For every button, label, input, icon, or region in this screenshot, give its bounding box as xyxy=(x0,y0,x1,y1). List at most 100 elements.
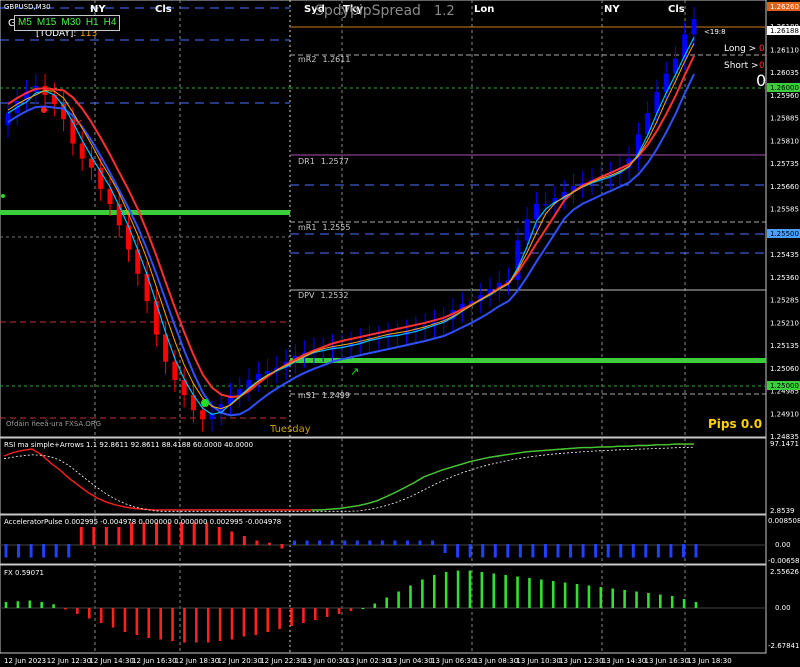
time-tick-label: 12 Jun 22:30 xyxy=(260,657,304,665)
ac-bar xyxy=(4,544,8,558)
fx-bar xyxy=(361,608,365,609)
ac-bar xyxy=(54,544,58,558)
svg-text:DR11.2577: DR1 1.2577 xyxy=(298,157,349,166)
fx-bar xyxy=(99,608,103,623)
time-tick-label: 13 Jun 06:30 xyxy=(431,657,475,665)
ac-max: 0.008508 xyxy=(768,517,800,525)
time-axis: 12 Jun 2023 12 Jun 12:3012 Jun 14:3012 Ju… xyxy=(4,657,732,665)
price-tick-label: 1.25660 xyxy=(770,183,799,191)
price-tick-label: 1.25435 xyxy=(770,251,799,259)
fx-bar xyxy=(16,601,20,608)
time-tick-label: 12 Jun 2023 xyxy=(4,657,46,665)
fx-bar xyxy=(540,579,543,608)
timeframe-h1[interactable]: H1 xyxy=(86,16,99,30)
ac-bar xyxy=(518,544,522,558)
time-tick-label: 13 Jun 04:30 xyxy=(388,657,432,665)
fx-bar xyxy=(421,579,424,608)
fx-min: -2.67841 xyxy=(768,642,799,650)
watermark: Ofdäin ñeeå-ura FXSA.ORG xyxy=(6,419,101,428)
fx-bar xyxy=(444,572,448,608)
pivot-name: DR1 xyxy=(298,157,315,166)
fx-bar xyxy=(325,608,329,617)
time-tick-label: 12 Jun 12:30 xyxy=(47,657,91,665)
fx-bar xyxy=(528,578,531,608)
position-count: 0 xyxy=(756,71,766,90)
fx-bar xyxy=(40,602,43,608)
ac-bar xyxy=(280,544,284,549)
ac-bar xyxy=(79,527,83,545)
fx-bar xyxy=(314,608,317,620)
pivot-name: DPV xyxy=(298,291,315,300)
ac-label: AcceleratorPulse 0.002995 -0.004978 0.00… xyxy=(4,518,281,526)
pivot-value: 1.2611 xyxy=(322,55,350,64)
candle-body xyxy=(691,19,697,35)
fx-bar xyxy=(230,608,234,640)
fx-bar xyxy=(563,582,567,608)
fx-bar xyxy=(659,594,662,608)
fx-mid: 0.00 xyxy=(775,604,791,612)
fx-bar xyxy=(385,597,388,608)
svg-text:↗: ↗ xyxy=(350,365,359,378)
pivot-name: mR1 xyxy=(298,223,316,232)
ac-bar xyxy=(355,540,359,545)
candle-body xyxy=(153,301,159,335)
candle-body xyxy=(5,113,11,126)
timeframe-m5[interactable]: M5 xyxy=(18,16,32,30)
fx-bar xyxy=(670,596,674,608)
fx-bar xyxy=(254,608,258,635)
fx-bar xyxy=(349,608,353,611)
time-tick-label: 13 Jun 10:30 xyxy=(516,657,560,665)
time-tick-label: 13 Jun 12:30 xyxy=(559,657,603,665)
fx-bar xyxy=(694,602,698,608)
svg-text:mS11.2499: mS1 1.2499 xyxy=(298,391,350,400)
timeframe-m30[interactable]: M30 xyxy=(61,16,80,30)
ac-bar xyxy=(330,540,334,545)
fx-bar xyxy=(302,608,305,623)
ac-bar xyxy=(380,540,384,545)
price-tick-label: 1.25585 xyxy=(770,206,799,214)
pivot-value: 1.2532 xyxy=(320,291,348,300)
session-label: Cls xyxy=(155,4,172,15)
spread-label: SpdypipSpread xyxy=(315,3,421,19)
session-label: NY xyxy=(604,4,620,15)
symbol-title: GBPUSD,M30 xyxy=(4,3,51,11)
ac-bar xyxy=(318,540,322,545)
timeframe-bar: M5 M15 M30 H1 H4 xyxy=(14,15,121,31)
ac-bar xyxy=(556,544,560,558)
ac-bar xyxy=(29,544,33,558)
candle-body xyxy=(265,370,271,374)
fx-bar xyxy=(623,590,626,608)
day-label: Tuesday xyxy=(269,424,311,435)
candle-body xyxy=(543,204,549,206)
price-tick-label: 1.25810 xyxy=(770,137,799,145)
fx-bar xyxy=(278,608,281,629)
fx-bar xyxy=(52,604,55,608)
session-label: Cls xyxy=(668,4,685,15)
ac-bar xyxy=(644,544,648,558)
time-tick-label: 13 Jun 08:30 xyxy=(474,657,518,665)
pivot-value: 1.2577 xyxy=(321,157,349,166)
fx-bar xyxy=(504,575,507,608)
ac-bar xyxy=(443,544,447,553)
fx-bar xyxy=(111,608,115,628)
svg-text:DPV1.2532: DPV 1.2532 xyxy=(298,291,348,300)
price-highlights: 1.26260 1.26188 1.26000 1.25500 1.25000 xyxy=(767,2,800,390)
price-tick-label: 1.25735 xyxy=(770,160,799,168)
fx-bar xyxy=(76,608,79,614)
session-label: NY xyxy=(90,4,106,15)
candle-body xyxy=(524,219,530,241)
ac-bar xyxy=(267,542,271,545)
session-label: Lon xyxy=(474,4,494,15)
fx-bar xyxy=(337,608,341,614)
ac-bar xyxy=(230,531,234,545)
timeframe-m15[interactable]: M15 xyxy=(37,16,56,30)
chart-canvas[interactable]: × ↗ NY Cls Syd Tky Lon NY Cls GBPUSD,M30… xyxy=(0,0,800,667)
ac-bar xyxy=(104,527,108,545)
fx-bar xyxy=(456,570,460,608)
rsi-max: 97.1471 xyxy=(770,440,799,448)
timeframe-h4[interactable]: H4 xyxy=(104,16,117,30)
fx-bar xyxy=(397,591,400,608)
ac-bar xyxy=(305,540,309,545)
fx-bar xyxy=(87,608,91,619)
time-tick-label: 13 Jun 02:30 xyxy=(346,657,390,665)
